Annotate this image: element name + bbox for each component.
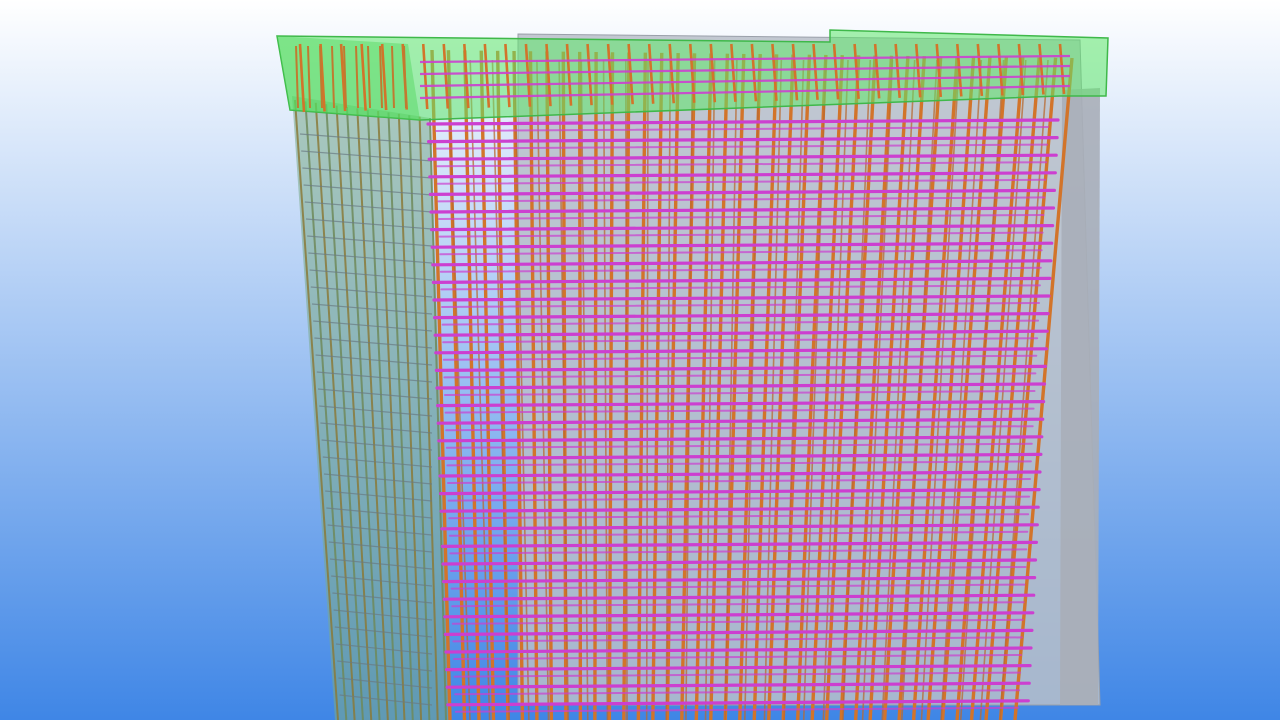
rebar-model[interactable] — [276, 29, 1109, 720]
concrete-wall-right — [1060, 88, 1100, 705]
3d-viewport[interactable] — [0, 0, 1280, 720]
